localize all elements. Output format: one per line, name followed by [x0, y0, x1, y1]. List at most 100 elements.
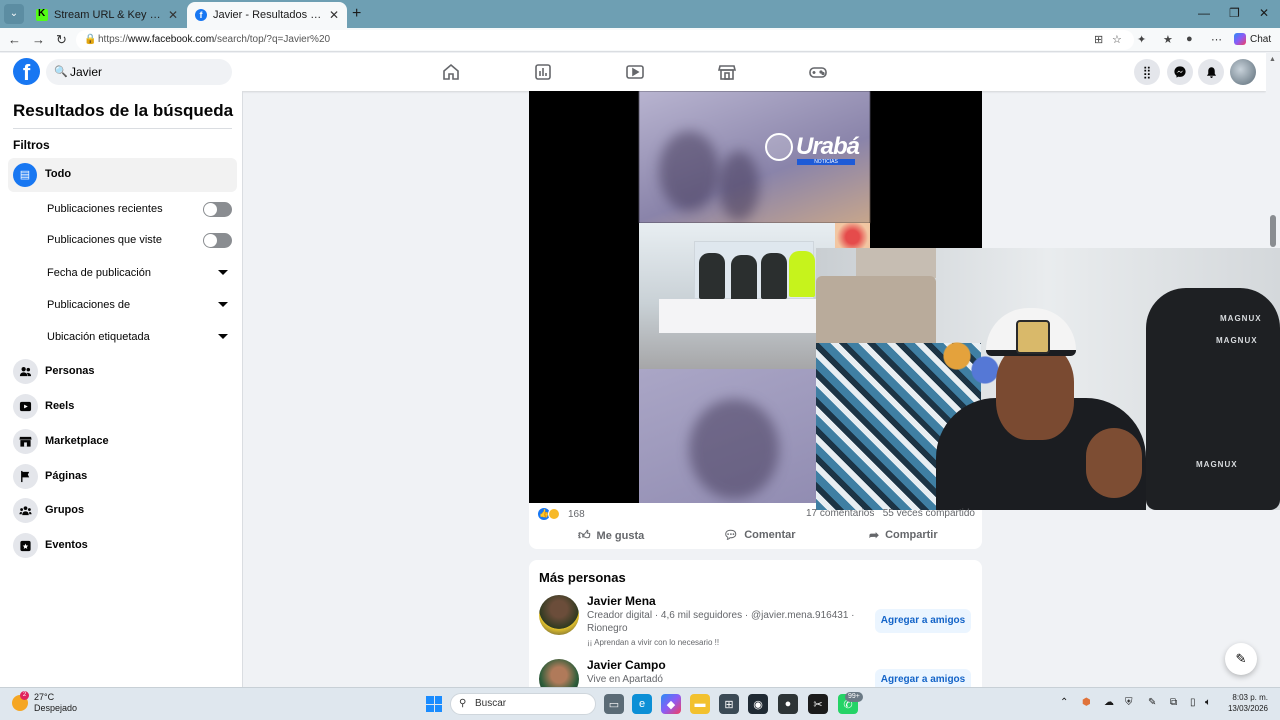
back-arrow-icon[interactable]: ←	[8, 32, 21, 47]
cloud-icon[interactable]: ☁	[1104, 697, 1114, 708]
person-name-link[interactable]: Javier Mena	[587, 594, 656, 608]
filter-seen-posts-label: Publicaciones que viste	[47, 234, 162, 246]
messenger-icon[interactable]	[1167, 59, 1193, 85]
facebook-search-input[interactable]: 🔍 Javier	[46, 59, 232, 85]
add-friend-button[interactable]: Agregar a amigos	[875, 609, 971, 633]
filter-date-posted[interactable]: Fecha de publicación	[47, 267, 151, 279]
comment-bubble-icon: 💬︎	[723, 528, 739, 542]
phone-link-icon[interactable]: ▯	[1190, 697, 1196, 708]
comment-button[interactable]: 💬︎ Comentar	[723, 528, 796, 542]
seen-posts-toggle[interactable]	[203, 233, 232, 248]
like-button[interactable]: 👍︎ Me gusta	[578, 528, 644, 543]
groups-icon	[13, 498, 38, 523]
obs-app-icon[interactable]: ◉	[748, 694, 768, 714]
sidebar-item-groups[interactable]: Grupos	[13, 498, 233, 524]
edge-browser-icon[interactable]: e	[632, 694, 652, 714]
facebook-top-bar: f 🔍 Javier ⣿	[0, 53, 1266, 91]
watermark-subtitle-bar: NOTICIAS	[797, 159, 855, 165]
shares-count[interactable]: 55 veces compartido	[883, 508, 975, 519]
compose-pencil-icon: ✎	[1235, 651, 1247, 666]
marketplace-icon[interactable]	[717, 62, 737, 82]
new-tab-button[interactable]: +	[352, 5, 361, 23]
scrollbar-thumb[interactable]	[1270, 215, 1276, 247]
menu-grid-icon[interactable]: ⣿	[1134, 59, 1160, 85]
favorites-icon[interactable]: ★	[1163, 33, 1173, 46]
sidebar-item-events[interactable]: Eventos	[13, 533, 233, 559]
microsoft-store-icon[interactable]: ⊞	[719, 694, 739, 714]
person-avatar[interactable]	[539, 595, 579, 635]
url-input[interactable]: 🔒 https://www.facebook.com/search/top/?q…	[76, 30, 1134, 50]
like-label: Me gusta	[596, 529, 645, 542]
taskbar-search-input[interactable]: ⚲ Buscar	[450, 693, 596, 715]
maximize-window-button[interactable]: ❐	[1229, 6, 1240, 20]
pen-icon[interactable]: ✎	[1148, 697, 1156, 708]
minimize-window-button[interactable]: —	[1198, 6, 1210, 20]
tab-actions-menu-button[interactable]: ⌄	[4, 4, 24, 24]
extensions-icon[interactable]: ✦	[1137, 33, 1146, 46]
search-filters-sidebar: Resultados de la búsqueda Filtros ▤ Todo…	[0, 91, 243, 687]
url-path: /search/top/?q=Javier%20	[214, 34, 331, 45]
chevron-down-icon[interactable]	[218, 270, 228, 275]
task-view-icon[interactable]: ▭	[604, 694, 624, 714]
filter-tagged-location[interactable]: Ubicación etiquetada	[47, 331, 150, 343]
person-details: Vive en Apartadó	[587, 674, 663, 685]
cap-lion-logo	[1016, 320, 1050, 354]
show-hidden-icons-chevron-icon[interactable]: ⌃	[1060, 697, 1068, 708]
chevron-down-icon[interactable]	[218, 334, 228, 339]
weather-widget[interactable]: 2 27°C Despejado	[12, 691, 77, 714]
streamer-face	[996, 344, 1074, 440]
tab-kick-dashboard[interactable]: Stream URL & Key - Kick Dashboard ✕	[28, 2, 186, 28]
app-available-icon[interactable]: ⊞	[1094, 33, 1103, 46]
facebook-logo[interactable]: f	[13, 58, 40, 85]
sidebar-item-reels[interactable]: Reels	[13, 394, 233, 420]
share-button[interactable]: ➦ Compartir	[869, 528, 938, 542]
taskbar-clock[interactable]: 8:03 p. m. 13/03/2026	[1226, 692, 1268, 714]
close-window-button[interactable]: ✕	[1259, 6, 1269, 20]
close-tab-icon[interactable]: ✕	[168, 8, 178, 22]
person-name-link[interactable]: Javier Campo	[587, 658, 666, 672]
post-reactions[interactable]: 👍 168	[538, 508, 585, 520]
profile-icon[interactable]: ●	[1186, 33, 1193, 45]
network-icon[interactable]: ⧉	[1170, 697, 1177, 708]
file-explorer-icon[interactable]: ▬	[690, 694, 710, 714]
volume-icon[interactable]: 🔈︎	[1205, 697, 1211, 708]
reels-icon	[13, 394, 38, 419]
tab-label: Stream URL & Key - Kick Dashboard	[54, 9, 162, 21]
video-icon[interactable]	[625, 62, 645, 82]
tab-label: Javier - Resultados de búsqueda | Facebo…	[213, 9, 323, 21]
person-bio: ¡¡ Aprendan a vivir con lo necesario !!	[587, 638, 720, 647]
add-friend-button[interactable]: Agregar a amigos	[875, 669, 971, 687]
scroll-up-arrow-icon[interactable]: ▲	[1269, 56, 1276, 63]
copilot-app-icon[interactable]: ◆	[661, 694, 681, 714]
filter-all-selected[interactable]: ▤ Todo	[8, 158, 237, 192]
more-options-icon[interactable]: ⋯	[1211, 33, 1222, 46]
tray-app-icon[interactable]: ⬢	[1082, 697, 1091, 708]
new-message-compose-button[interactable]: ✎	[1225, 643, 1257, 675]
gaming-icon[interactable]	[808, 62, 828, 82]
feeds-icon[interactable]	[533, 62, 553, 82]
copilot-chat-button[interactable]: Chat	[1234, 33, 1271, 45]
account-avatar[interactable]	[1230, 59, 1256, 85]
security-shield-icon[interactable]: ⛨	[1125, 697, 1133, 708]
capcut-icon[interactable]: ✂	[808, 694, 828, 714]
notifications-bell-icon[interactable]	[1198, 59, 1224, 85]
chair-brand-text: MAGNUX	[1196, 460, 1238, 469]
sidebar-item-marketplace[interactable]: Marketplace	[13, 429, 233, 455]
reload-icon[interactable]: ↻	[56, 32, 67, 48]
home-icon[interactable]	[441, 62, 461, 82]
filter-posts-from[interactable]: Publicaciones de	[47, 299, 130, 311]
recent-posts-toggle[interactable]	[203, 202, 232, 217]
url-prefix: https://	[98, 34, 129, 45]
comments-count[interactable]: 17 comentarios	[806, 508, 874, 519]
windows-start-icon[interactable]	[426, 696, 442, 712]
chevron-down-icon[interactable]	[218, 302, 228, 307]
sidebar-item-pages[interactable]: Páginas	[13, 464, 233, 490]
marketplace-icon	[13, 429, 38, 454]
tab-facebook-search[interactable]: f Javier - Resultados de búsqueda | Face…	[187, 2, 347, 28]
favorite-star-icon[interactable]: ☆	[1112, 33, 1122, 46]
close-tab-icon[interactable]: ✕	[329, 8, 339, 22]
forward-arrow-icon[interactable]: →	[32, 32, 45, 47]
streaming-app-icon[interactable]: ●	[778, 694, 798, 714]
post-engagement-counts: 17 comentarios 55 veces compartido	[806, 508, 975, 519]
sidebar-item-people[interactable]: Personas	[13, 359, 233, 385]
